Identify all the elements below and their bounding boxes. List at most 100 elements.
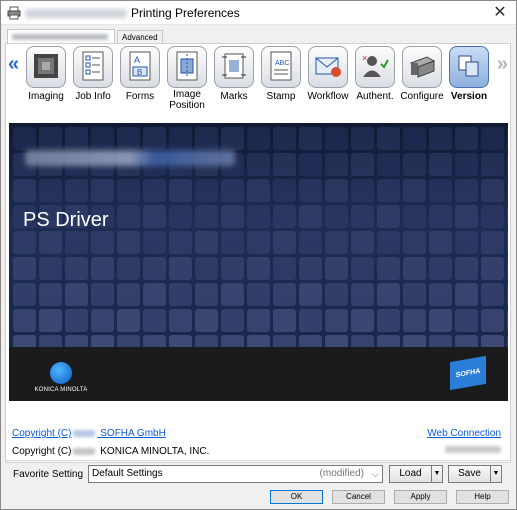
- ok-button[interactable]: OK: [270, 490, 323, 504]
- scroll-left-button[interactable]: «: [8, 54, 19, 74]
- help-button[interactable]: Help: [456, 490, 509, 504]
- toolbar-image-position[interactable]: Image Position: [164, 46, 210, 111]
- load-button[interactable]: Load: [390, 466, 431, 482]
- banner-grid-tile: [507, 205, 508, 228]
- banner-grid-tile: [143, 309, 166, 332]
- job-info-icon: [81, 51, 105, 84]
- printer-name-redacted: [25, 9, 127, 18]
- toolbar-label: Authent.: [356, 91, 394, 102]
- banner-grid-tile: [143, 205, 166, 228]
- toolbar-job-info[interactable]: Job Info: [70, 46, 116, 102]
- svg-text:ABC: ABC: [275, 60, 289, 67]
- banner-grid-tile: [403, 231, 426, 254]
- web-connection-link[interactable]: Web Connection: [427, 428, 501, 439]
- banner-grid-tile: [247, 205, 270, 228]
- save-button[interactable]: Save: [449, 466, 490, 482]
- banner-grid-tile: [143, 283, 166, 306]
- banner-grid-tile: [247, 179, 270, 202]
- toolbar-configure[interactable]: Configure: [399, 46, 445, 102]
- banner-grid-tile: [221, 127, 244, 150]
- toolbar-label: Workflow: [307, 91, 349, 102]
- banner-grid-tile: [273, 127, 296, 150]
- toolbar-authentication[interactable]: × Authent.: [352, 46, 398, 102]
- banner-grid-tile: [455, 153, 478, 176]
- banner-grid-tile: [481, 179, 504, 202]
- banner-grid-tile: [65, 179, 88, 202]
- svg-text:A: A: [134, 55, 140, 65]
- cancel-button[interactable]: Cancel: [332, 490, 385, 504]
- banner-grid-tile: [299, 205, 322, 228]
- banner-grid-tile: [195, 257, 218, 280]
- banner-grid-tile: [481, 283, 504, 306]
- banner-grid-tile: [273, 283, 296, 306]
- banner-grid-tile: [13, 179, 36, 202]
- svg-text:B: B: [137, 68, 142, 77]
- banner-grid-tile: [299, 309, 322, 332]
- banner-grid-tile: [117, 283, 140, 306]
- favorite-setting-select[interactable]: Default Settings (modified) ⌵: [88, 465, 383, 483]
- banner-grid-tile: [247, 283, 270, 306]
- banner-grid-tile: [273, 205, 296, 228]
- apply-button[interactable]: Apply: [394, 490, 447, 504]
- banner-grid-tile: [455, 179, 478, 202]
- forms-icon: AB: [128, 51, 152, 84]
- toolbar-forms[interactable]: AB Forms: [117, 46, 163, 102]
- banner-grid-tile: [325, 309, 348, 332]
- load-split-button: Load ▼: [389, 465, 443, 483]
- sofha-copyright-link[interactable]: Copyright (C) SOFHA GmbH: [12, 428, 166, 439]
- banner-grid-tile: [273, 179, 296, 202]
- banner-grid-tile: [91, 179, 114, 202]
- scroll-right-button[interactable]: »: [497, 54, 508, 74]
- banner-grid-tile: [455, 205, 478, 228]
- banner-grid-tile: [377, 153, 400, 176]
- sofha-copyright: Copyright (C) SOFHA GmbH: [12, 428, 166, 439]
- banner-grid-tile: [13, 283, 36, 306]
- toolbar-workflow[interactable]: Workflow: [305, 46, 351, 102]
- function-toolbar: « Imaging Job Info AB Forms Image Positi…: [5, 44, 510, 112]
- banner-grid-tile: [299, 127, 322, 150]
- toolbar-version[interactable]: Version: [446, 46, 492, 102]
- banner-grid-tile: [247, 231, 270, 254]
- banner-grid-tile: [455, 231, 478, 254]
- banner-grid-tile: [351, 127, 374, 150]
- banner-grid-tile: [507, 179, 508, 202]
- banner-grid-tile: [13, 309, 36, 332]
- title-bar: Printing Preferences ✕: [1, 1, 516, 25]
- banner-grid-tile: [13, 127, 36, 150]
- toolbar-marks[interactable]: Marks: [211, 46, 257, 102]
- configure-icon: [407, 53, 437, 82]
- close-button[interactable]: ✕: [490, 3, 510, 23]
- toolbar-stamp[interactable]: ABC Stamp: [258, 46, 304, 102]
- svg-text:×: ×: [362, 53, 367, 63]
- banner-grid-tile: [429, 309, 452, 332]
- printer-icon: [7, 6, 21, 20]
- toolbar-label: Configure: [400, 91, 444, 102]
- banner-grid-tile: [325, 179, 348, 202]
- banner-grid-tile: [221, 257, 244, 280]
- banner-grid-tile: [117, 179, 140, 202]
- banner-grid-tile: [273, 309, 296, 332]
- toolbar-imaging[interactable]: Imaging: [23, 46, 69, 102]
- banner-grid-tile: [299, 257, 322, 280]
- banner-grid-tile: [403, 127, 426, 150]
- save-dropdown-arrow-icon[interactable]: ▼: [490, 466, 501, 482]
- banner-grid-tile: [507, 231, 508, 254]
- toolbar-label: Job Info: [75, 91, 111, 102]
- banner-grid-tile: [325, 153, 348, 176]
- banner-grid-tile: [481, 257, 504, 280]
- banner-grid-tile: [351, 205, 374, 228]
- divider: [5, 460, 511, 461]
- banner-grid-tile: [13, 231, 36, 254]
- banner-grid-tile: [221, 309, 244, 332]
- banner-grid-tile: [377, 257, 400, 280]
- banner-grid-tile: [481, 231, 504, 254]
- version-icon: [456, 53, 482, 82]
- banner-grid-tile: [273, 257, 296, 280]
- banner-grid-tile: [65, 309, 88, 332]
- banner-grid-tile: [39, 127, 62, 150]
- favorite-setting-value: Default Settings: [92, 468, 163, 479]
- banner-grid-tile: [299, 283, 322, 306]
- workflow-icon: [313, 52, 343, 83]
- window-title: Printing Preferences: [131, 6, 240, 20]
- load-dropdown-arrow-icon[interactable]: ▼: [431, 466, 442, 482]
